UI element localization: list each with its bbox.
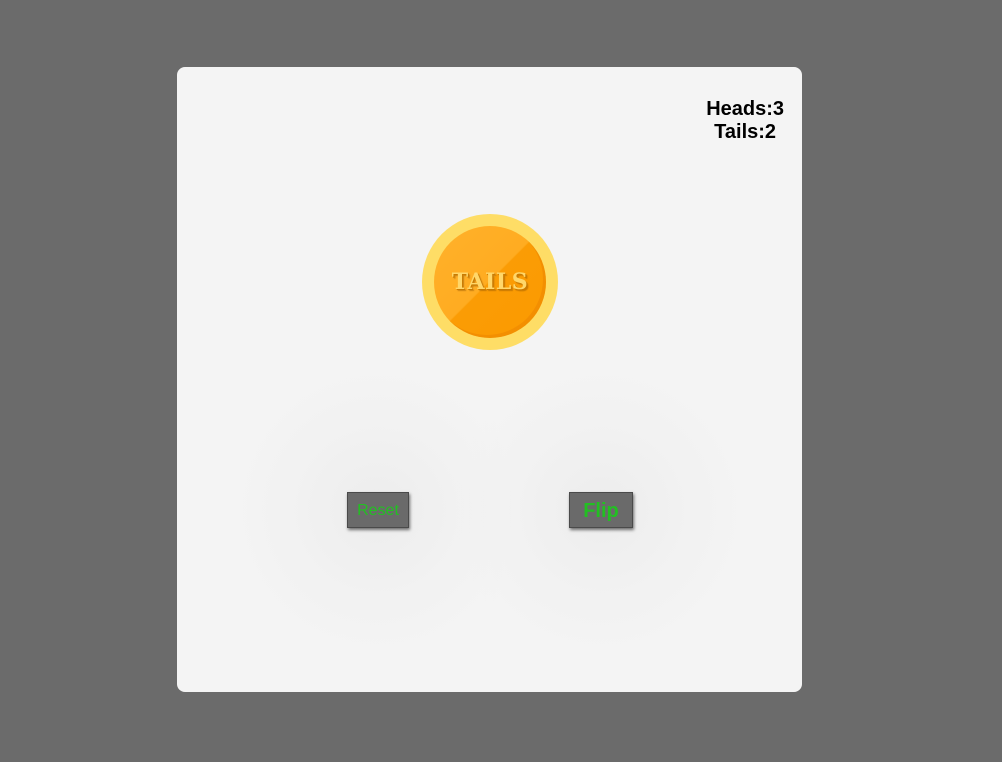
coin: TAILS	[422, 214, 558, 350]
flip-button[interactable]: Flip	[569, 492, 633, 528]
game-card: Heads:3 Tails:2 TAILS Reset Flip	[177, 67, 802, 692]
coin-face-label: TAILS	[451, 269, 529, 295]
scoreboard: Heads:3 Tails:2	[706, 98, 784, 144]
heads-count: Heads:3	[706, 98, 784, 120]
reset-button[interactable]: Reset	[347, 492, 409, 528]
coin-face: TAILS	[434, 226, 546, 338]
tails-count: Tails:2	[714, 121, 777, 143]
